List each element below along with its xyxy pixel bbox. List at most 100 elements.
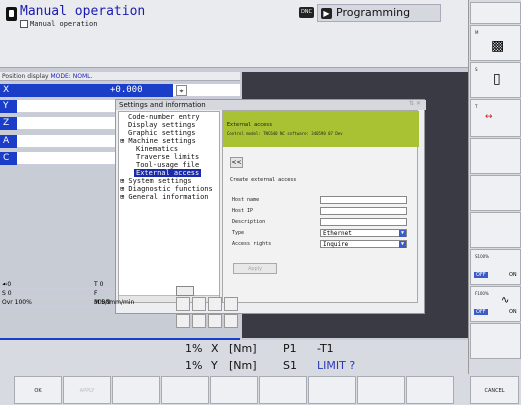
load-unit-x: [Nm]	[229, 342, 257, 355]
status-tool: T 0	[94, 281, 104, 288]
external-access-header: External access Control model: TNC640 NC…	[223, 111, 419, 147]
back-button[interactable]: <<	[230, 157, 243, 168]
axis-row-c[interactable]: C	[0, 152, 116, 165]
limit-warning: LIMIT ?	[317, 359, 356, 372]
axis-label-z: Z	[0, 117, 17, 130]
mode-subtitle: Manual operation	[30, 20, 98, 28]
programming-icon: ▶	[321, 8, 332, 19]
softkey-t[interactable]: T ↔	[470, 99, 521, 137]
softkey-7[interactable]	[308, 376, 356, 404]
status-row: Ovr 100% M 5/9	[0, 298, 115, 307]
apply-button[interactable]: Apply	[233, 263, 277, 274]
softkey-m[interactable]: M ▩	[470, 25, 521, 61]
softkey-s[interactable]: S ▯	[470, 62, 521, 98]
feed-wave-icon: ∿	[501, 295, 510, 306]
softkey-top[interactable]	[470, 2, 521, 24]
load-unit-y: [Nm]	[229, 359, 257, 372]
load-s1: S1	[283, 359, 297, 372]
apply-softkey[interactable]: APPLY	[63, 376, 111, 404]
tool-icon	[176, 286, 194, 296]
cancel-softkey[interactable]: CANCEL	[470, 376, 519, 404]
axis-label-x: X	[0, 84, 17, 97]
control-info: Control model: TNC640 NC software: 34059…	[227, 131, 343, 136]
settings-title: Settings and information	[116, 100, 426, 110]
feed-off-indicator: OFF	[474, 309, 488, 315]
softkey-blank-1[interactable]	[470, 138, 521, 174]
access-rights-select[interactable]: Inquire ▼	[320, 240, 407, 248]
description-input[interactable]	[320, 218, 407, 226]
tree-item-general-information[interactable]: ⊞ General information	[120, 193, 209, 201]
tree-item-code-number[interactable]: Code-number entry	[128, 113, 200, 121]
feed-on-indicator: ON	[509, 309, 517, 315]
load-pct-y: 1%	[185, 359, 203, 372]
load-axis-x: X	[211, 342, 219, 355]
chevron-down-icon: ▼	[399, 230, 406, 237]
host-name-label: Host name	[232, 197, 260, 203]
settings-tree: Code-number entry Display settings Graph…	[118, 111, 220, 303]
softkey-6[interactable]	[259, 376, 307, 404]
softkey-3[interactable]	[112, 376, 160, 404]
axis-label-a: A	[0, 135, 17, 148]
programming-tab[interactable]: ▶ Programming	[317, 4, 441, 22]
axis-row-x[interactable]: X +0.000 ⌖	[0, 84, 240, 97]
program-icon	[20, 20, 28, 28]
tree-item-display-settings[interactable]: Display settings	[128, 121, 195, 129]
load-axis-y: Y	[211, 359, 218, 372]
vertical-softkey-bar: M ▩ S ▯ T ↔ S100% OFF ON F100% ∿ OFF ON	[468, 0, 521, 405]
reference-icon[interactable]: ⌖	[176, 85, 187, 96]
tree-item-kinematics[interactable]: Kinematics	[136, 145, 178, 153]
spindle-off-indicator: OFF	[474, 272, 488, 278]
axis-label-c: C	[0, 152, 17, 165]
tree-item-graphic-settings[interactable]: Graphic settings	[128, 129, 195, 137]
load-line-1: 1% X [Nm] P1 -T1	[0, 340, 468, 357]
tree-item-tool-usage-file[interactable]: Tool-usage file	[136, 161, 199, 169]
host-name-input[interactable]	[320, 196, 407, 204]
softkey-blank-2[interactable]	[470, 175, 521, 211]
softkey-8[interactable]	[357, 376, 405, 404]
mode-header: Manual operation Manual operation DNC ▶ …	[0, 0, 468, 68]
tool-length-icon: ↔	[485, 112, 493, 122]
chevron-down-icon: ▼	[399, 241, 406, 248]
manual-mode-icon	[6, 7, 17, 21]
axis-label-y: Y	[0, 100, 17, 113]
load-p1: P1	[283, 342, 297, 355]
tree-item-external-access[interactable]: External access	[134, 169, 202, 177]
spindle-override-panel[interactable]: S100% OFF ON	[470, 249, 521, 285]
position-display-header: Position display MODE: NOML.	[0, 72, 240, 81]
host-ip-label: Host IP	[232, 208, 254, 214]
external-access-panel: External access Control model: TNC640 NC…	[222, 110, 419, 303]
tree-item-system-settings[interactable]: ⊞ System settings	[120, 177, 192, 185]
position-mode-label: MODE: NOML.	[50, 73, 93, 80]
tree-item-traverse-limits[interactable]: Traverse limits	[136, 153, 199, 161]
spindle-override-label: S100%	[475, 254, 489, 259]
softkey-4[interactable]	[161, 376, 209, 404]
softkey-blank-3[interactable]	[470, 212, 521, 248]
feed-override-panel[interactable]: F100% ∿ OFF ON	[470, 286, 521, 322]
dnc-badge: DNC	[299, 7, 314, 18]
access-rights-value: Inquire	[323, 241, 349, 248]
tree-item-machine-settings[interactable]: ⊞ Machine settings	[120, 137, 196, 145]
feed-override-label: F100%	[475, 291, 489, 296]
status-pos: ☙0	[2, 281, 12, 288]
axis-row-a[interactable]: A	[0, 135, 116, 148]
spindle-on-indicator: ON	[509, 272, 517, 278]
tree-item-diagnostic-functions[interactable]: ⊞ Diagnostic functions	[120, 185, 213, 193]
softkey-blank-4[interactable]	[470, 323, 521, 359]
type-select[interactable]: Ethernet ▼	[320, 229, 407, 237]
softkey-t-label: T	[475, 104, 478, 109]
horizontal-softkey-bar: OK APPLY CANCEL	[0, 374, 521, 405]
status-mfunc: M 5/9	[94, 299, 111, 306]
description-label: Description	[232, 219, 266, 225]
softkey-5[interactable]	[210, 376, 258, 404]
close-icon[interactable]: ⇅ ✕	[409, 100, 421, 107]
ok-softkey[interactable]: OK	[14, 376, 62, 404]
position-display-label: Position display	[2, 73, 49, 80]
axis-x-highlight	[17, 84, 173, 97]
type-label: Type	[232, 230, 245, 236]
axis-row-z[interactable]: Z	[0, 117, 116, 130]
load-t1: -T1	[317, 342, 334, 355]
axis-row-y[interactable]: Y	[0, 100, 116, 113]
softkey-9[interactable]	[406, 376, 454, 404]
softkey-s-label: S	[475, 67, 478, 72]
host-ip-input[interactable]	[320, 207, 407, 215]
